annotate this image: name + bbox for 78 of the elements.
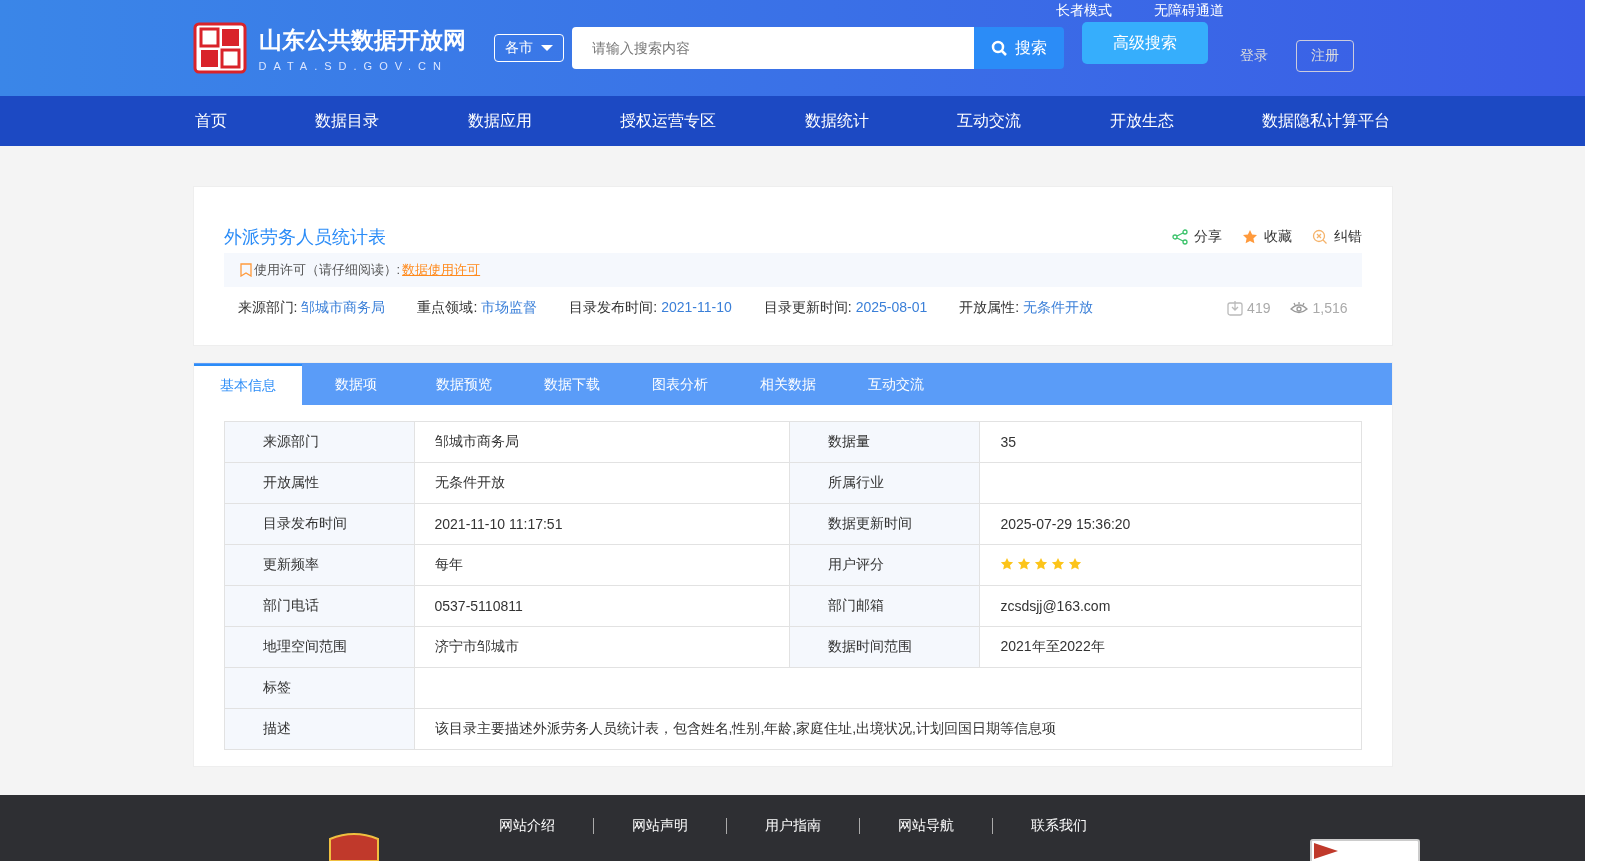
star-icon [1241, 229, 1258, 245]
footer-link[interactable]: 用户指南 [726, 817, 859, 835]
value-cell: 2021-11-10 11:17:51 [414, 503, 790, 545]
meta-value: 市场监督 [481, 299, 538, 317]
dataset-title: 外派劳务人员统计表 [223, 226, 386, 249]
share-icon [1171, 229, 1188, 245]
value-cell: 邹城市商务局 [414, 421, 790, 463]
value-cell: 0537-5110811 [414, 585, 790, 627]
license-label: 使用许可（请仔细阅读）: [253, 261, 401, 279]
label-cell: 数据更新时间 [789, 503, 980, 545]
footer-link[interactable]: 网站介绍 [460, 817, 593, 835]
download-count: 419 [1247, 300, 1271, 316]
label-cell: 描述 [224, 708, 414, 750]
value-cell: 2025-07-29 15:36:20 [979, 503, 1361, 545]
label-cell: 更新频率 [224, 544, 414, 586]
value-cell: 该目录主要描述外派劳务人员统计表，包含姓名,性别,年龄,家庭住址,出境状况,计划回国日期等信息项 [414, 708, 1361, 750]
site-title: 山东公共数据开放网 [258, 25, 466, 55]
label-cell: 数据时间范围 [789, 626, 980, 668]
label-cell: 用户评分 [789, 544, 980, 586]
meta-value: 2021-11-10 [661, 299, 732, 317]
label-cell: 开放属性 [224, 462, 414, 504]
label-cell: 标签 [224, 667, 414, 709]
site-domain: DATA.SD.GOV.CN [258, 59, 449, 72]
login-link[interactable]: 登录 [1239, 47, 1268, 65]
label-cell: 部门邮箱 [789, 585, 980, 627]
label-cell: 来源部门 [224, 421, 414, 463]
label-cell: 地理空间范围 [224, 626, 414, 668]
top-link[interactable]: 长者模式 [1055, 2, 1112, 20]
star-icon [1051, 556, 1066, 571]
nav-item[interactable]: 首页 [192, 110, 229, 132]
top-link[interactable]: 无障碍通道 [1153, 2, 1224, 20]
nav-item[interactable]: 开放生态 [1107, 110, 1176, 132]
nav-item[interactable]: 数据隐私计算平台 [1260, 110, 1393, 132]
eye-icon [1290, 301, 1309, 315]
meta-label: 开放属性: [959, 299, 1020, 317]
footer-link[interactable]: 网站导航 [859, 817, 992, 835]
star-icon [1034, 556, 1049, 571]
meta-label: 重点领域: [417, 299, 478, 317]
meta-value: 无条件开放 [1023, 299, 1094, 317]
value-cell: 35 [979, 421, 1361, 463]
search-icon [990, 40, 1007, 56]
share-action[interactable]: 分享 [1171, 228, 1222, 246]
bookmark-icon [239, 263, 252, 277]
value-cell: 每年 [414, 544, 790, 586]
report-action[interactable]: 纠错 [1311, 228, 1362, 246]
seal-logo-icon [192, 22, 247, 74]
register-button[interactable]: 注册 [1295, 40, 1354, 72]
label-cell: 数据量 [789, 421, 980, 463]
nav-item[interactable]: 数据目录 [313, 110, 382, 132]
search-field[interactable]: 请输入搜索内容 [571, 27, 974, 69]
label-cell: 部门电话 [224, 585, 414, 627]
value-cell: 2021年至2022年 [979, 626, 1361, 668]
label-cell: 所属行业 [789, 462, 980, 504]
star-icon [1017, 556, 1032, 571]
nav-item[interactable]: 数据应用 [465, 110, 534, 132]
region-dropdown[interactable]: 各市 [493, 34, 564, 62]
meta-label: 来源部门: [237, 299, 298, 317]
meta-value: 邹城市商务局 [301, 299, 386, 317]
favorite-action[interactable]: 收藏 [1241, 228, 1292, 246]
nav-item[interactable]: 互动交流 [955, 110, 1024, 132]
view-count: 1,516 [1312, 300, 1348, 316]
nav-item[interactable]: 授权运营专区 [618, 110, 719, 132]
value-cell: 无条件开放 [414, 462, 790, 504]
magnifier-icon [1311, 229, 1328, 245]
star-icon [1068, 556, 1083, 571]
footer-link[interactable]: 网站声明 [593, 817, 726, 835]
nav-item[interactable]: 数据统计 [802, 110, 871, 132]
tab[interactable]: 基本信息 [193, 364, 302, 405]
meta-label: 目录发布时间: [569, 299, 658, 317]
label-cell: 目录发布时间 [224, 503, 414, 545]
star-icon [1000, 556, 1015, 571]
meta-label: 目录更新时间: [763, 299, 852, 317]
meta-value: 2025-08-01 [855, 299, 928, 317]
value-cell: 济宁市邹城市 [414, 626, 790, 668]
footer-link[interactable]: 联系我们 [992, 817, 1125, 835]
download-icon [1227, 300, 1244, 316]
emblem-icon [328, 831, 380, 861]
value-cell: zcsdsjj@163.com [979, 585, 1361, 627]
